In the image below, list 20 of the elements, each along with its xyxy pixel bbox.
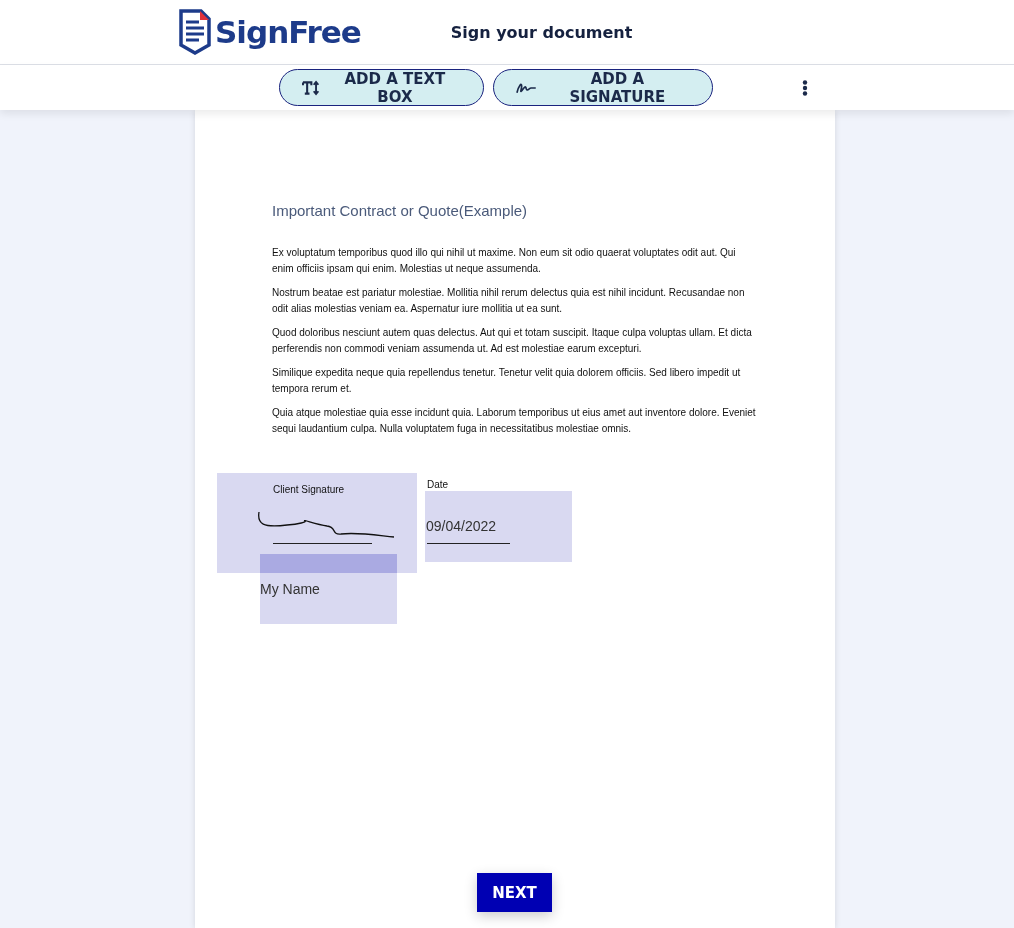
- signature-field[interactable]: [217, 473, 417, 573]
- document-paragraph: Similique expedita neque quia repellendus tenetur. Tenetur velit quia dolorem officiis. Sed libero impedit ut tempora rerum et.: [272, 366, 742, 396]
- name-text-field[interactable]: My Name: [260, 554, 397, 624]
- date-field[interactable]: [425, 491, 572, 562]
- logo-text[interactable]: SignFree: [215, 14, 361, 50]
- toolbar-button[interactable]: ADD A TEXT BOX: [279, 69, 484, 106]
- document-paragraph: Quod doloribus nesciunt autem quas delectus. Aut qui et totam suscipit. Itaque culpa voluptas ullam. Et dicta perferendis non commodi veniam assumenda ut. Ad est molestiae earum excepturi.: [272, 326, 753, 356]
- document-title: Important Contract or Quote(Example): [272, 202, 529, 219]
- document-paragraph: Quia atque molestiae quia esse incidunt quia. Laborum temporibus ut eius amet aut inventore dolore. Eveniet sequi laudantium culpa. Nulla voluptatem fuga in necessitatibus molestiae omnis.: [272, 406, 757, 436]
- logo-icon: [179, 9, 211, 55]
- date-value[interactable]: 09/04/2022: [426, 518, 497, 534]
- document-paragraph: Nostrum beatae est pariatur molestiae. Mollitia nihil rerum delectus quia est nihil incidunt. Recusandae non odit alias molestias veniam ea. Aspernatur iure mollitia ut ea sunt.: [272, 286, 746, 316]
- toolbar-button[interactable]: ADD A SIGNATURE: [493, 69, 713, 106]
- date-label: Date: [427, 479, 449, 490]
- text-size-icon: [302, 79, 321, 96]
- document-paragraph: Ex voluptatum temporibus quod illo qui nihil ut maxime. Non eum sit odio quaerat voluptates odit aut. Qui enim officiis ipsam qui enim. Molestias ut neque assumenda.: [272, 246, 737, 276]
- page-title: Sign your document: [450, 22, 633, 42]
- more-menu-icon[interactable]: [802, 79, 808, 96]
- signature-label: Client Signature: [273, 484, 345, 495]
- next-button[interactable]: NEXT: [477, 873, 552, 912]
